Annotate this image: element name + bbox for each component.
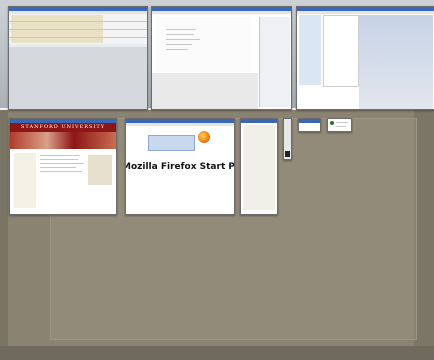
editor-sidebar	[259, 17, 290, 107]
window-thumbnail-spreadsheet[interactable]	[8, 6, 148, 110]
spreadsheet-lower	[9, 47, 147, 109]
stanford-banner-photo	[10, 132, 116, 149]
stanford-title: STANFORD UNIVERSITY	[20, 124, 106, 130]
window-thumbnail-tiny[interactable]	[283, 118, 292, 160]
file-preview	[359, 15, 433, 109]
file-list	[323, 15, 359, 87]
thumbnail-titlebar	[241, 119, 277, 123]
desktop-background: STANFORD UNIVERSITY Mozilla Firefox Star…	[0, 0, 434, 360]
editor-console	[152, 73, 258, 109]
status-icon	[330, 121, 334, 125]
thumbnail-menubar	[126, 123, 234, 126]
thumbnail-menubar	[297, 11, 434, 14]
thumbnail-titlebar	[299, 119, 320, 123]
file-tree	[299, 15, 321, 85]
taskbar	[0, 346, 434, 360]
stanford-nav	[14, 153, 36, 208]
window-thumbnail-firefox[interactable]: Mozilla Firefox Start Page - Mozilla Fir…	[125, 118, 235, 215]
left-shadow	[0, 110, 8, 360]
window-thumbnail-small[interactable]	[298, 118, 321, 132]
thumbnail-menubar	[152, 11, 291, 14]
stanford-sidebar	[88, 155, 112, 185]
window-thumbnail-editor[interactable]	[151, 6, 292, 110]
firefox-search-box	[148, 135, 195, 151]
window-thumbnail-file-browser[interactable]	[296, 6, 434, 110]
window-thumbnail-stanford[interactable]: STANFORD UNIVERSITY	[9, 118, 117, 215]
right-shadow	[414, 110, 434, 360]
narrow-content	[243, 125, 275, 210]
window-thumbnail-narrow[interactable]	[240, 118, 278, 215]
window-title-caption: Mozilla Firefox Start Page - Mozilla Fir…	[125, 162, 235, 172]
firefox-logo-icon	[198, 131, 210, 143]
tiny-window-icon	[285, 151, 290, 157]
window-thumbnail-small-2[interactable]	[327, 118, 352, 132]
